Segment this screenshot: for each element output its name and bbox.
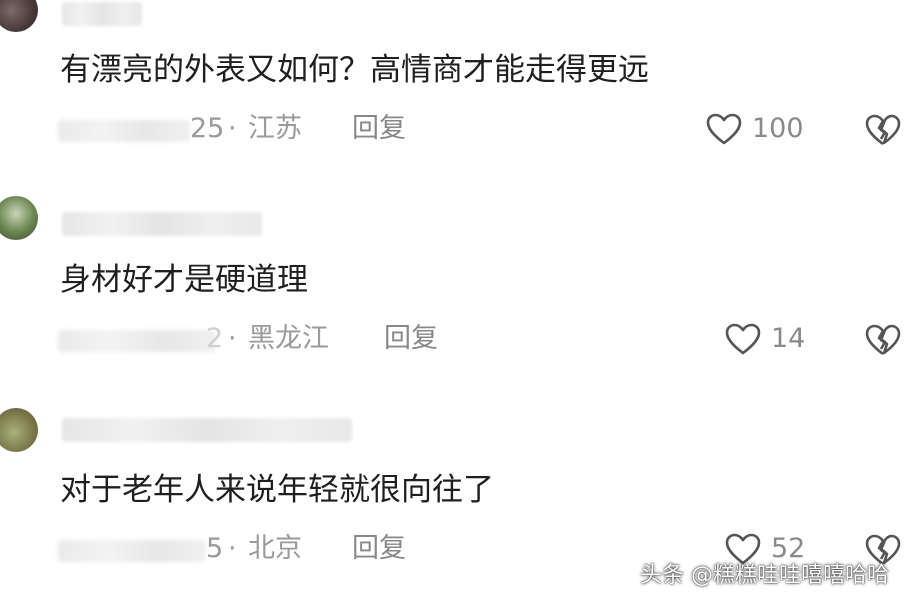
username-redacted [62, 212, 262, 236]
comment-text: 有漂亮的外表又如何？高情商才能走得更远 [60, 52, 649, 88]
date-text: 5 [206, 533, 224, 564]
region-label: 黑龙江 [248, 323, 329, 354]
heart-outline-icon[interactable] [705, 112, 743, 146]
reply-button[interactable]: 回复 [384, 322, 438, 356]
like-count: 14 [771, 323, 806, 354]
avatar[interactable] [0, 408, 38, 452]
meta-separator: · [228, 533, 237, 564]
avatar[interactable] [0, 196, 38, 240]
username-redacted [62, 2, 142, 26]
broken-heart-icon[interactable] [864, 322, 902, 358]
heart-outline-icon[interactable] [724, 322, 762, 356]
date-redacted [58, 540, 206, 562]
username-redacted [62, 418, 352, 442]
comment-meta: 25 · 江苏 回复 100 [0, 110, 920, 150]
comment-text: 对于老年人来说年轻就很向往了 [60, 472, 494, 508]
reply-button[interactable]: 回复 [352, 532, 406, 566]
meta-separator: · [228, 113, 237, 144]
comment-text: 身材好才是硬道理 [60, 262, 308, 298]
comment-meta: 2 · 黑龙江 回复 14 [0, 320, 920, 360]
broken-heart-icon[interactable] [864, 112, 902, 148]
meta-separator: · [228, 323, 237, 354]
region-label: 江苏 [248, 113, 302, 144]
date-redacted [58, 330, 216, 352]
date-text: 2 [206, 323, 224, 354]
watermark: 头条 @糕糕哇哇嘻嘻哈哈 [640, 563, 889, 588]
like-count: 100 [752, 113, 804, 144]
avatar[interactable] [0, 0, 38, 32]
date-text: 25 [190, 113, 225, 144]
region-label: 北京 [248, 533, 302, 564]
reply-button[interactable]: 回复 [352, 112, 406, 146]
date-redacted [58, 120, 190, 142]
